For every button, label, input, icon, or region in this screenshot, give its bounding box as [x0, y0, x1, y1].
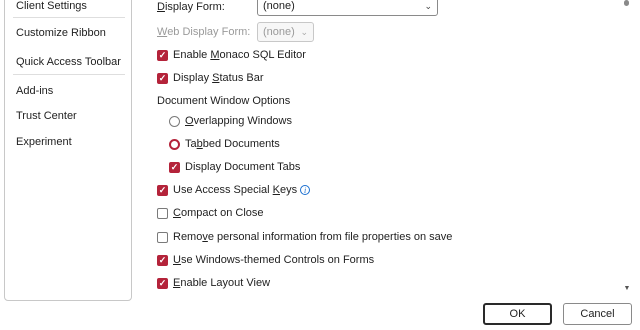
checkbox-label: Use Access Special Keys	[173, 184, 297, 196]
label-text: bed Documents	[202, 138, 280, 150]
document-window-options-heading: Document Window Options	[157, 95, 291, 107]
checkbox-unchecked-icon[interactable]	[157, 231, 168, 243]
cancel-button[interactable]: Cancel	[563, 303, 632, 325]
sidebar-divider	[13, 74, 125, 75]
sidebar-item-trust-center[interactable]: Trust Center	[16, 110, 77, 122]
display-form-label: Display Form:	[157, 1, 225, 13]
options-sidebar: Client Settings Customize Ribbon Quick A…	[4, 0, 132, 301]
web-display-form-select[interactable]: (none) ⌄	[257, 22, 314, 42]
label-text: Enable	[173, 49, 211, 61]
use-windows-themed-controls-checkbox[interactable]: Use Windows-themed Controls on Forms	[157, 252, 374, 268]
remove-personal-information-checkbox[interactable]: Remove personal information from file pr…	[157, 229, 452, 245]
use-access-special-keys-checkbox[interactable]: Use Access Special Keys i	[157, 182, 311, 198]
ok-button[interactable]: OK	[483, 303, 552, 325]
sidebar-item-experiment[interactable]: Experiment	[16, 136, 72, 148]
checkbox-unchecked-icon[interactable]	[157, 207, 168, 219]
checkbox-checked-icon[interactable]	[157, 72, 168, 84]
label-text: e personal information from file propert…	[207, 231, 453, 243]
checkbox-label: Use Windows-themed Controls on Forms	[173, 254, 374, 266]
sidebar-item-client-settings[interactable]: Client Settings	[16, 0, 87, 12]
sidebar-divider	[13, 17, 125, 18]
label-text: isplay Form:	[164, 1, 225, 13]
compact-on-close-checkbox[interactable]: Compact on Close	[157, 205, 264, 221]
checkbox-label: Display Status Bar	[173, 72, 264, 84]
sidebar-item-quick-access-toolbar[interactable]: Quick Access Toolbar	[16, 56, 121, 68]
checkbox-checked-icon[interactable]	[157, 277, 168, 289]
label-text: tatus Bar	[219, 72, 264, 84]
radio-label: Tabbed Documents	[185, 138, 280, 150]
tabbed-documents-radio[interactable]: Tabbed Documents	[169, 136, 280, 152]
select-value: (none)	[263, 0, 295, 12]
accelerator-key: K	[272, 184, 280, 196]
chevron-down-icon: ⌄	[300, 26, 308, 37]
overlapping-windows-radio[interactable]: Overlapping Windows	[169, 113, 292, 129]
label-text: onaco SQL Editor	[219, 49, 306, 61]
scroll-down-arrow-icon[interactable]: ▼	[623, 285, 631, 292]
select-value: (none)	[263, 26, 295, 38]
label-text: Display	[173, 72, 213, 84]
checkbox-checked-icon[interactable]	[157, 49, 168, 61]
label-text: eys	[280, 184, 298, 196]
accelerator-key: C	[173, 207, 181, 219]
radio-selected-icon[interactable]	[169, 138, 180, 150]
label-text: Ta	[185, 138, 197, 150]
web-display-form-label: Web Display Form:	[157, 26, 250, 38]
label-text: ompact on Close	[180, 207, 264, 219]
checkbox-label: Remove personal information from file pr…	[173, 231, 452, 243]
checkbox-label: Display Document Tabs	[185, 161, 301, 173]
chevron-down-icon: ⌄	[424, 0, 432, 11]
label-text: nable Layout View	[180, 277, 271, 289]
label-text: Use Access Special	[173, 184, 273, 196]
label-text: Remo	[173, 231, 203, 243]
checkbox-checked-icon[interactable]	[157, 184, 168, 196]
enable-layout-view-checkbox[interactable]: Enable Layout View	[157, 275, 270, 291]
sidebar-item-add-ins[interactable]: Add-ins	[16, 85, 53, 97]
sidebar-item-customize-ribbon[interactable]: Customize Ribbon	[16, 27, 106, 39]
accelerator-key: W	[157, 26, 168, 38]
scrollbar-thumb[interactable]	[624, 0, 629, 6]
display-status-bar-checkbox[interactable]: Display Status Bar	[157, 70, 264, 86]
accelerator-key: O	[185, 115, 194, 127]
checkbox-checked-icon[interactable]	[169, 161, 180, 173]
radio-label: Overlapping Windows	[185, 115, 292, 127]
label-text: se Windows-themed Controls on Forms	[180, 254, 375, 266]
display-document-tabs-checkbox[interactable]: Display Document Tabs	[169, 159, 300, 175]
radio-unselected-icon[interactable]	[169, 115, 180, 127]
display-form-select[interactable]: (none) ⌄	[257, 0, 438, 16]
label-text: verlapping Windows	[193, 115, 292, 127]
enable-monaco-checkbox[interactable]: Enable Monaco SQL Editor	[157, 47, 306, 63]
info-icon[interactable]: i	[300, 185, 311, 195]
vertical-scrollbar[interactable]: ▼	[623, 0, 631, 300]
checkbox-label: Compact on Close	[173, 207, 264, 219]
label-text: eb Display Form:	[167, 26, 251, 38]
checkbox-label: Enable Monaco SQL Editor	[173, 49, 306, 61]
checkbox-checked-icon[interactable]	[157, 254, 168, 266]
accelerator-key: U	[173, 254, 181, 266]
checkbox-label: Enable Layout View	[173, 277, 270, 289]
accelerator-key: D	[157, 1, 165, 13]
